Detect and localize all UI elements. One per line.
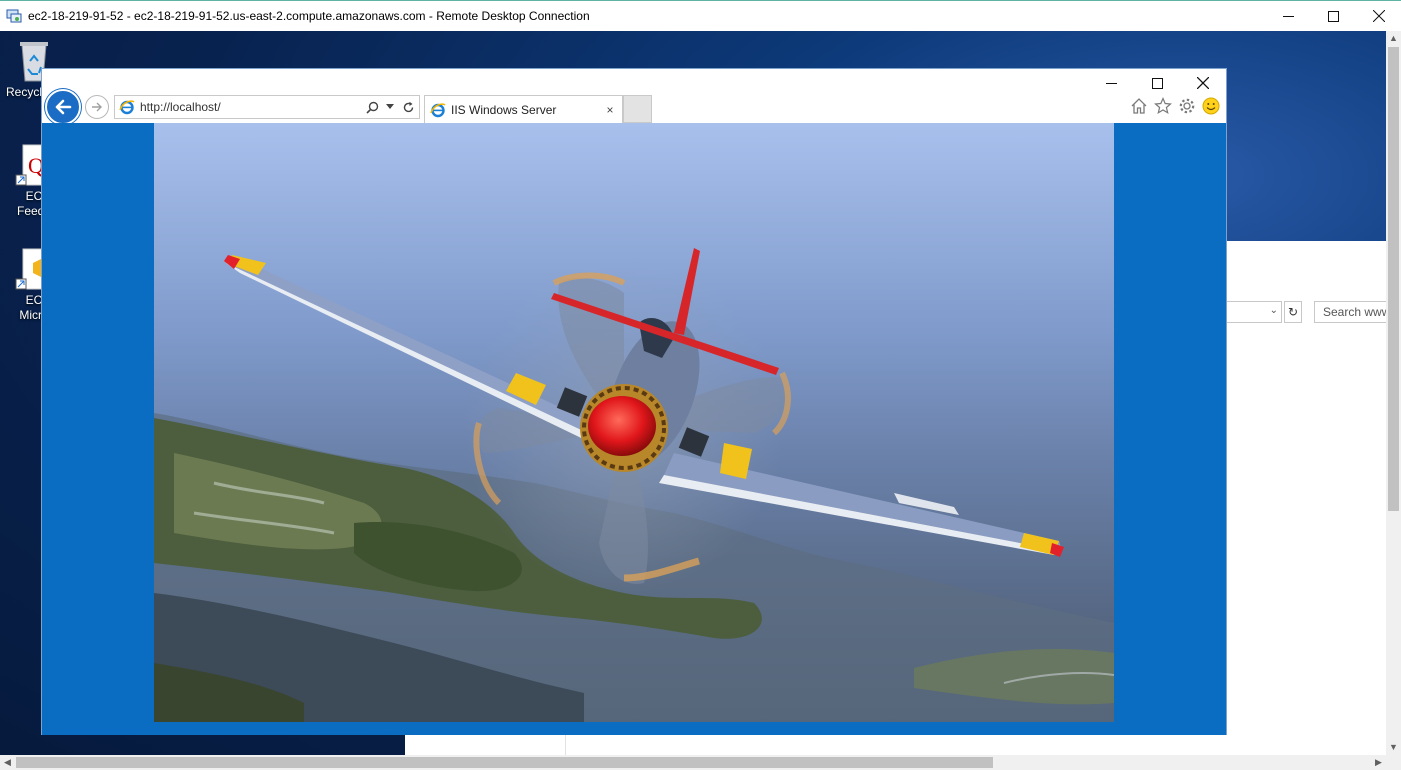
browser-maximize-button[interactable] (1134, 69, 1180, 97)
maximize-icon (1328, 10, 1339, 22)
refresh-icon[interactable] (401, 100, 415, 114)
search-icon[interactable] (365, 100, 379, 114)
rdp-maximize-button[interactable] (1311, 1, 1356, 31)
arrow-right-icon (92, 102, 102, 112)
chevron-down-icon: ⌄ (1269, 305, 1278, 316)
address-bar[interactable]: http://localhost/ (114, 95, 420, 119)
rdp-title-bar: ec2-18-219-91-52 - ec2-18-219-91-52.us-e… (0, 0, 1401, 31)
home-icon[interactable] (1130, 97, 1148, 115)
background-refresh-button[interactable]: ↻ (1284, 301, 1302, 323)
minimize-icon (1105, 82, 1117, 84)
ie-page-icon (430, 102, 446, 118)
close-icon (1197, 77, 1209, 89)
arrow-left-icon (55, 99, 72, 115)
browser-toolbar: http://localhost/ IIS Windows Server × (42, 69, 1226, 125)
rdp-minimize-button[interactable] (1266, 1, 1311, 31)
rdp-close-button[interactable] (1356, 1, 1401, 31)
vertical-scroll-thumb[interactable] (1388, 47, 1399, 511)
url-input[interactable]: http://localhost/ (140, 100, 365, 114)
new-tab-button[interactable] (623, 95, 652, 123)
back-button[interactable] (45, 89, 81, 125)
browser-close-button[interactable] (1180, 69, 1226, 97)
browser-window: http://localhost/ IIS Windows Server × (41, 68, 1227, 735)
gear-icon[interactable] (1178, 97, 1196, 115)
scrollbar-corner (1386, 755, 1401, 770)
ie-page-icon (119, 99, 135, 115)
background-search-input[interactable]: Search www (1314, 301, 1386, 323)
p51-mustang-airplane-image (154, 123, 1114, 722)
maximize-icon (1151, 77, 1163, 89)
airplane-photo (154, 123, 1114, 722)
favorites-star-icon[interactable] (1154, 97, 1172, 115)
browser-minimize-button[interactable] (1088, 69, 1134, 97)
horizontal-scroll-thumb[interactable] (16, 757, 993, 768)
background-address-dropdown[interactable]: ⌄ (1226, 301, 1282, 323)
tab-title: IIS Windows Server (451, 102, 557, 117)
page-content (42, 123, 1226, 735)
background-window-lower (405, 735, 1386, 755)
scroll-up-icon[interactable]: ▲ (1386, 31, 1401, 46)
close-icon (1372, 10, 1385, 22)
scroll-left-icon[interactable]: ◀ (0, 755, 15, 770)
background-explorer-window: ⌄ ↻ Search www (1226, 241, 1386, 755)
remote-desktop-icon (6, 8, 22, 24)
chevron-down-icon[interactable] (383, 100, 397, 114)
smiley-feedback-icon[interactable] (1202, 97, 1220, 115)
scroll-right-icon[interactable]: ▶ (1371, 755, 1386, 770)
forward-button[interactable] (85, 95, 109, 119)
tab-close-icon[interactable]: × (603, 103, 617, 117)
vertical-scrollbar[interactable]: ▲ ▼ (1386, 31, 1401, 755)
minimize-icon (1283, 15, 1294, 17)
rdp-window-title: ec2-18-219-91-52 - ec2-18-219-91-52.us-e… (28, 9, 590, 23)
tab-iis-windows-server[interactable]: IIS Windows Server × (424, 95, 623, 123)
divider (565, 735, 566, 755)
scroll-down-icon[interactable]: ▼ (1386, 740, 1401, 755)
horizontal-scrollbar[interactable]: ◀ ▶ (0, 755, 1386, 770)
